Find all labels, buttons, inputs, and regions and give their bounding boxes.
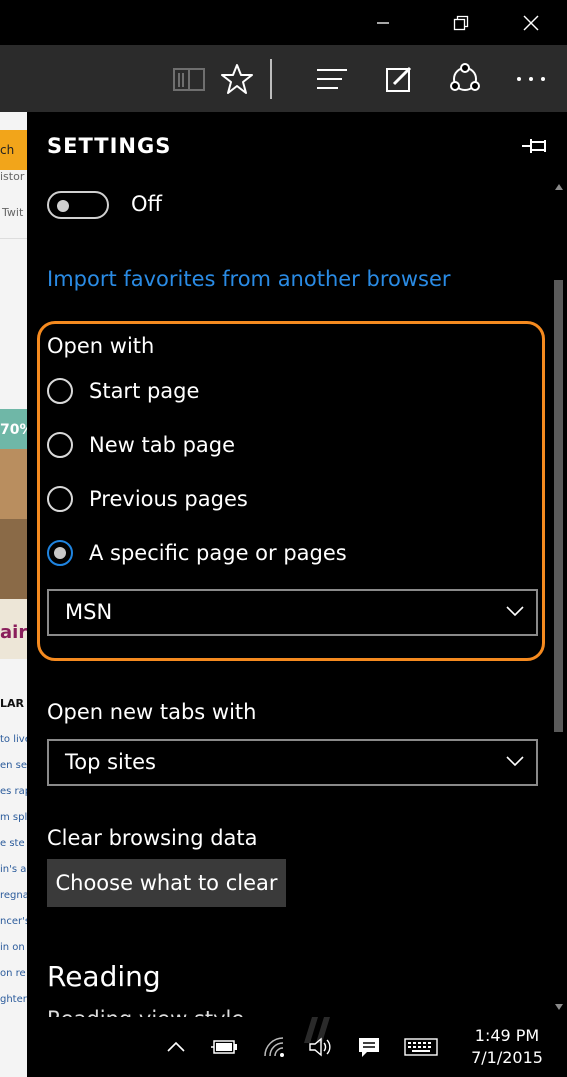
hub-icon <box>317 69 347 89</box>
title-bar <box>0 0 567 45</box>
pin-button[interactable] <box>519 132 551 160</box>
bg-search-box: ch <box>0 130 27 170</box>
restore-icon <box>453 15 469 30</box>
choose-what-to-clear-button[interactable]: Choose what to clear <box>47 859 286 907</box>
settings-title: SETTINGS <box>47 134 172 158</box>
background-web-page: ch istor Twit 70% air LAR to live en see… <box>0 112 27 1017</box>
bg-ad-logo: air <box>0 622 27 643</box>
reading-view-style-label: Reading view style <box>47 1007 244 1017</box>
radio-label[interactable]: Previous pages <box>89 487 248 511</box>
import-favorites-link[interactable]: Import favorites from another browser <box>47 267 451 291</box>
radio-previous-pages[interactable] <box>47 484 77 514</box>
scroll-down-icon[interactable] <box>554 1003 564 1011</box>
battery-icon <box>211 1040 237 1054</box>
taskbar-clock[interactable]: 1:49 PM 7/1/2015 <box>455 1025 559 1069</box>
close-button[interactable] <box>508 0 554 45</box>
bg-link[interactable]: in's a <box>0 864 26 875</box>
new-tabs-label: Open new tabs with <box>47 700 257 724</box>
share-button[interactable] <box>443 57 487 101</box>
bg-link[interactable]: ncer's <box>0 916 27 927</box>
specific-page-select[interactable]: MSN <box>47 589 538 636</box>
bg-link[interactable]: to live <box>0 734 27 745</box>
close-icon <box>523 15 539 30</box>
bg-popular-label: LAR <box>0 697 24 710</box>
bg-link[interactable]: en seel <box>0 760 27 771</box>
bg-ad-percent: 70% <box>0 422 27 438</box>
action-center-button[interactable] <box>351 1029 387 1065</box>
wifi-icon <box>264 1037 284 1057</box>
hub-button[interactable] <box>310 57 354 101</box>
select-value: Top sites <box>65 750 156 774</box>
touch-keyboard-button[interactable] <box>403 1029 439 1065</box>
radio-start-page[interactable] <box>47 376 77 406</box>
radio-unchecked-icon <box>47 486 73 512</box>
bg-link[interactable]: ghter <box>0 994 27 1005</box>
reading-view-icon <box>173 68 205 91</box>
web-note-icon <box>386 66 412 92</box>
open-with-label: Open with <box>47 334 155 358</box>
radio-unchecked-icon <box>47 378 73 404</box>
new-tabs-select[interactable]: Top sites <box>47 739 538 786</box>
clock-date: 7/1/2015 <box>471 1048 543 1067</box>
toolbar-separator <box>270 59 272 99</box>
bg-history-text: istor <box>0 170 25 183</box>
reading-heading: Reading <box>47 960 161 993</box>
restore-button[interactable] <box>438 0 484 45</box>
web-note-button[interactable] <box>377 57 421 101</box>
battery-button[interactable] <box>206 1029 242 1065</box>
toggle-knob <box>57 200 69 212</box>
scrollbar-thumb[interactable] <box>554 280 563 732</box>
radio-new-tab-page[interactable] <box>47 430 77 460</box>
browser-toolbar <box>0 45 567 112</box>
radio-specific-page[interactable] <box>47 538 77 568</box>
keyboard-icon <box>404 1038 438 1056</box>
pane-scrollbar[interactable] <box>551 177 567 1017</box>
more-icon <box>517 77 545 81</box>
chevron-down-icon <box>506 606 524 617</box>
action-center-icon <box>359 1038 379 1057</box>
setting-toggle[interactable] <box>47 191 109 219</box>
bg-link[interactable]: in on <box>0 942 25 953</box>
bg-divider <box>0 238 27 239</box>
minimize-icon <box>377 21 389 24</box>
volume-icon <box>309 1037 331 1057</box>
volume-button[interactable] <box>303 1029 339 1065</box>
show-hidden-icons-button[interactable] <box>158 1029 194 1065</box>
bg-link[interactable]: es rap <box>0 786 27 797</box>
settings-pane: SETTINGS Off Import favorites from anoth… <box>27 112 567 1017</box>
wifi-button[interactable] <box>256 1029 292 1065</box>
chevron-up-icon <box>167 1041 185 1052</box>
bg-twitter-text: Twit <box>2 206 24 219</box>
clear-data-label: Clear browsing data <box>47 826 258 850</box>
favorite-star-icon <box>221 64 253 94</box>
reading-view-button[interactable] <box>167 57 211 101</box>
pin-icon <box>522 139 546 153</box>
minimize-button[interactable] <box>360 0 406 45</box>
toggle-state-label: Off <box>131 192 162 216</box>
taskbar-bg-strip <box>0 1017 27 1077</box>
radio-label[interactable]: Start page <box>89 379 199 403</box>
radio-checked-icon <box>47 540 73 566</box>
scroll-up-icon[interactable] <box>554 183 564 191</box>
taskbar: 1:49 PM 7/1/2015 <box>0 1017 567 1077</box>
share-icon <box>450 63 480 91</box>
clock-time: 1:49 PM <box>474 1026 540 1045</box>
bg-link[interactable]: regna <box>0 890 27 901</box>
bg-link[interactable]: on re <box>0 968 26 979</box>
radio-label[interactable]: New tab page <box>89 433 235 457</box>
chevron-down-icon <box>506 756 524 767</box>
more-button[interactable] <box>509 57 553 101</box>
select-value: MSN <box>65 600 113 624</box>
bg-link[interactable]: m spl <box>0 812 27 823</box>
radio-unchecked-icon <box>47 432 73 458</box>
favorite-button[interactable] <box>215 57 259 101</box>
radio-label[interactable]: A specific page or pages <box>89 541 347 565</box>
bg-link[interactable]: e ste <box>0 838 25 849</box>
